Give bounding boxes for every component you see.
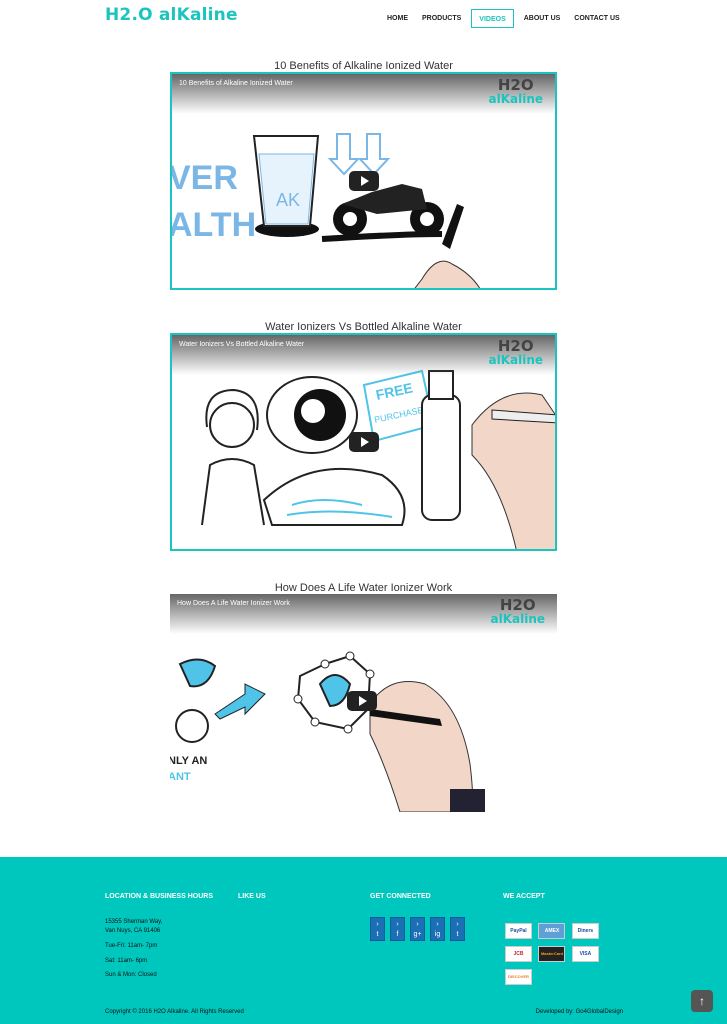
video-player-3[interactable]: NLY AN ANT How Does A Life Water Ionizer… (170, 594, 557, 812)
main-nav: HOME PRODUCTS VIDEOS ABOUT US CONTACT US (380, 9, 627, 28)
art-text: AK (276, 190, 300, 210)
video-3-brand-logo: H2O alKaline (490, 596, 545, 626)
nav-home[interactable]: HOME (380, 9, 415, 28)
play-icon[interactable] (347, 691, 377, 711)
mastercard-card-icon: MasterCard (538, 946, 566, 962)
get-connected-heading: GET CONNECTED (370, 893, 431, 900)
twitter-icon[interactable]: › t (370, 917, 385, 941)
video-1-brand-logo: H2O alKaline (488, 76, 543, 106)
brand-top: H2O (497, 76, 534, 94)
hours-sat: Sat: 11am- 6pm (105, 958, 148, 964)
jcb-card-icon: JCB (505, 946, 532, 962)
diners-card-icon: Diners (571, 923, 599, 939)
social-glyph: ig (434, 931, 441, 938)
hours-tue-fri: Tue-Fri: 11am- 7pm (105, 943, 158, 949)
amex-card-icon: AMEX (538, 923, 566, 939)
nav-contact-us[interactable]: CONTACT US (567, 9, 626, 28)
footer: LOCATION & BUSINESS HOURS LIKE US GET CO… (0, 857, 727, 1024)
brand-bottom: alKaline (488, 92, 543, 106)
social-glyph: g+ (413, 931, 422, 938)
play-icon[interactable] (349, 432, 379, 452)
brand-bottom: alKaline (488, 353, 543, 367)
social-links: › t › f › g+ › ig › t (370, 917, 470, 941)
video-2-player-title[interactable]: Water Ionizers Vs Bottled Alkaline Water (179, 341, 304, 348)
play-icon[interactable] (349, 171, 379, 191)
social-glyph: t (376, 931, 379, 938)
paypal-card-icon: PayPal (505, 923, 532, 939)
brand-bottom: alKaline (490, 612, 545, 626)
location-heading: LOCATION & BUSINESS HOURS (105, 893, 213, 900)
address-line-1: 15355 Sherman Way, (105, 919, 163, 925)
arrow-up-circle-icon[interactable]: ↑ (691, 990, 713, 1012)
video-player-2[interactable]: FREE PURCHASE Water Ionizers Vs Bottled … (170, 333, 557, 551)
social-glyph: f (396, 931, 399, 938)
video-title-1: 10 Benefits of Alkaline Ionized Water (274, 60, 453, 72)
nav-about-us[interactable]: ABOUT US (517, 9, 568, 28)
developer-credit[interactable]: Developed by: Go4GlobalDesign (536, 1009, 623, 1015)
like-us-heading: LIKE US (238, 893, 266, 900)
brand-top: H2O (499, 596, 536, 614)
video-title-2: Water Ionizers Vs Bottled Alkaline Water (265, 321, 462, 333)
discover-card-icon: DISCOVER (505, 969, 532, 985)
video-title-3: How Does A Life Water Ionizer Work (274, 582, 453, 594)
video-3-player-title[interactable]: How Does A Life Water Ionizer Work (177, 600, 290, 607)
address-line-2: Van Nuys, CA 91406 (105, 928, 161, 934)
nav-products[interactable]: PRODUCTS (415, 9, 468, 28)
instagram-icon[interactable]: › ig (430, 917, 445, 941)
hours-closed: Sun & Mon: Closed (105, 972, 157, 978)
brand-top: H2O (497, 337, 534, 355)
video-1-player-title[interactable]: 10 Benefits of Alkaline Ionized Water (179, 80, 293, 87)
art-text: VER (172, 159, 238, 197)
payment-cards: PayPal AMEX Diners JCB MasterCard VISA D… (505, 919, 625, 988)
copyright-text: Copyright © 2016 H2O Alkaline. All Right… (105, 1009, 244, 1015)
we-accept-heading: WE ACCEPT (503, 893, 545, 900)
art-text: ALTH (172, 206, 256, 244)
header: H2.O alKaline HOME PRODUCTS VIDEOS ABOUT… (0, 0, 727, 40)
video-2-brand-logo: H2O alKaline (488, 337, 543, 367)
art-text: NLY AN (170, 755, 207, 767)
social-glyph: t (456, 931, 459, 938)
art-text: ANT (170, 771, 191, 783)
facebook-icon[interactable]: › f (390, 917, 405, 941)
nav-videos[interactable]: VIDEOS (471, 9, 514, 28)
google-plus-icon[interactable]: › g+ (410, 917, 425, 941)
site-logo[interactable]: H2.O alKaline (105, 5, 238, 25)
video-player-1[interactable]: VER ALTH AK 10 Benefits of Alkaline Ioni… (170, 72, 557, 290)
visa-card-icon: VISA (571, 946, 599, 962)
tumblr-icon[interactable]: › t (450, 917, 465, 941)
